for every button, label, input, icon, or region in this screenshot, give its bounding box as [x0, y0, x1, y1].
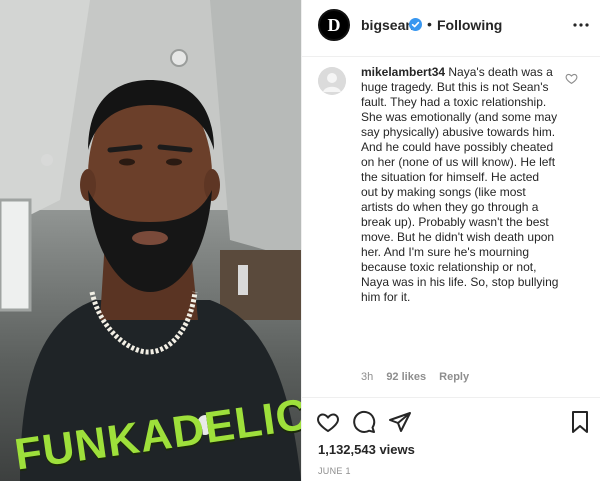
more-options-icon[interactable] — [572, 16, 590, 34]
post-detail-panel: D bigsean • Following mikelambert34 Naya… — [301, 0, 600, 481]
bookmark-icon[interactable] — [568, 410, 592, 434]
heart-icon[interactable] — [316, 410, 340, 434]
comment-age: 3h — [361, 371, 374, 383]
post-date[interactable]: JUNE 1 — [318, 466, 351, 476]
comment-icon[interactable] — [352, 410, 376, 434]
avatar-logo-letter: D — [327, 15, 341, 35]
post-header: D bigsean • Following — [302, 0, 600, 57]
reply-button[interactable]: Reply — [439, 371, 469, 383]
comment-username[interactable]: mikelambert34 — [361, 65, 445, 79]
post-username[interactable]: bigsean — [361, 17, 414, 33]
comment-likes-count[interactable]: 92 likes — [386, 371, 426, 383]
verified-badge-icon — [409, 18, 422, 31]
comment-like-heart-icon[interactable] — [565, 72, 578, 85]
header-separator: • — [427, 16, 432, 32]
comment-meta: 3h 92 likes Reply — [361, 371, 479, 383]
share-icon[interactable] — [388, 410, 412, 434]
commenter-avatar[interactable] — [318, 67, 346, 95]
view-count[interactable]: 1,132,543 views — [318, 442, 415, 457]
comment-text: Naya's death was a huge tragedy. But thi… — [361, 65, 559, 304]
follow-status-button[interactable]: Following — [437, 17, 502, 33]
profile-avatar[interactable]: D — [318, 9, 350, 41]
comment-body: mikelambert34 Naya's death was a huge tr… — [361, 65, 559, 305]
post-media[interactable]: FUNKADELIC — [0, 0, 301, 481]
default-avatar-icon — [318, 67, 346, 95]
post-actions-bar: 1,132,543 views JUNE 1 — [302, 397, 600, 481]
